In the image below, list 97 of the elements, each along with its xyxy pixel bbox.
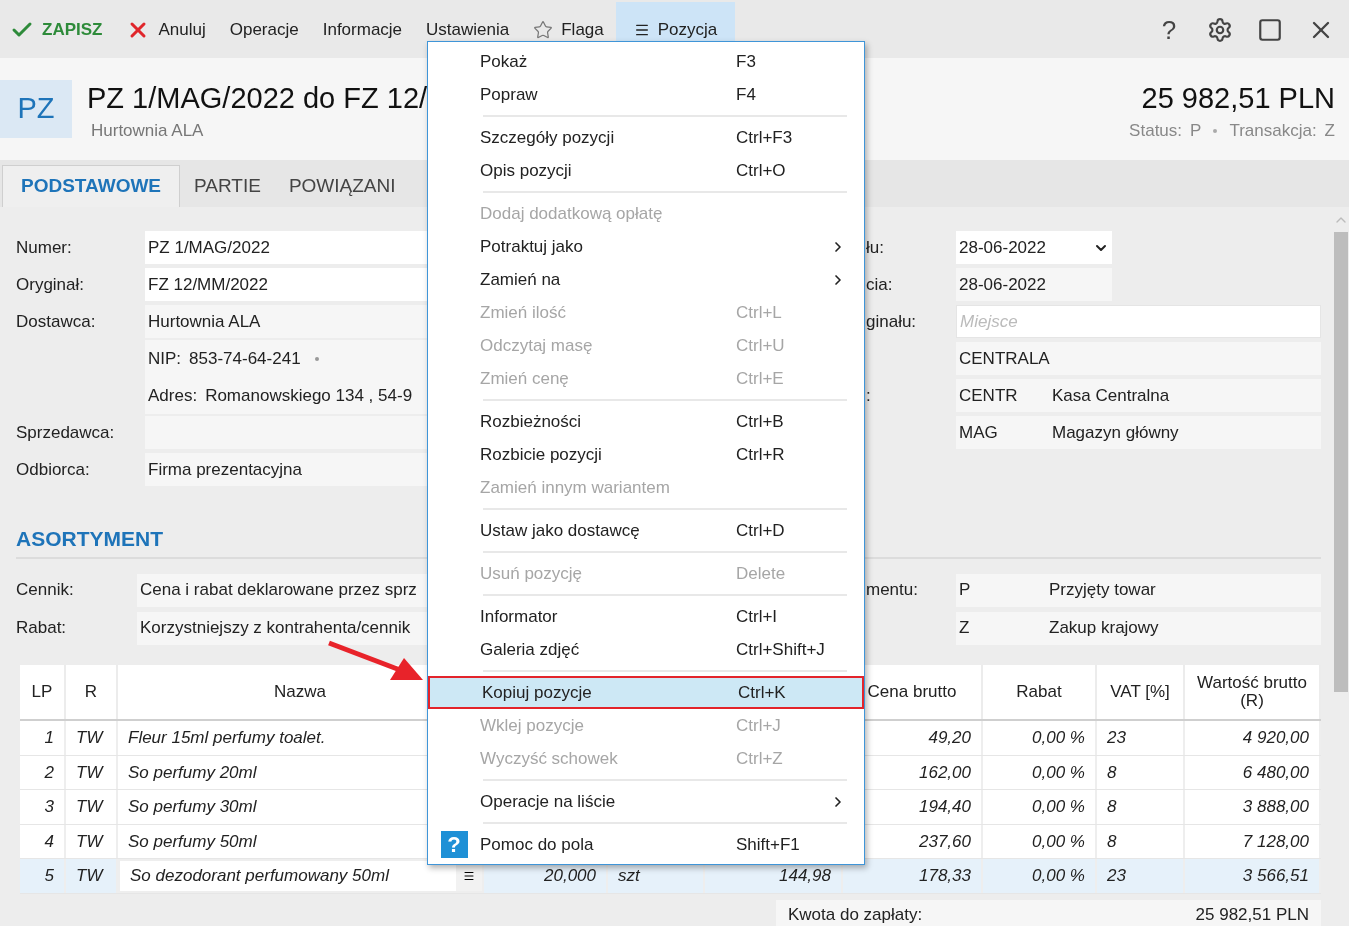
table-cell-text: 23 — [1106, 727, 1127, 749]
field-label: Cennik: — [16, 579, 75, 602]
table-cell-text: TW — [75, 830, 105, 853]
field-label: Oryginał: — [16, 273, 86, 296]
name-text: Zakup krajowy — [1049, 617, 1159, 640]
table-cell-text: 3 566,51 — [1241, 865, 1310, 887]
table-cell-text: 6 480,00 — [1241, 761, 1310, 784]
detail-label: Adres: — [148, 384, 198, 407]
total-label: Kwota do zapłaty: — [788, 903, 923, 926]
code-text: Z — [959, 617, 971, 640]
name-text: Kasa Centralna — [1052, 384, 1170, 407]
field-label: Numer: — [16, 236, 73, 259]
transaction-value: Z — [1324, 120, 1335, 142]
status-label: Status: — [1129, 120, 1183, 142]
shortcut-text: Ctrl+B — [736, 410, 785, 433]
shortcut-text: Ctrl+Z — [736, 747, 784, 770]
shortcut-text: Ctrl+F3 — [736, 126, 794, 149]
field-label: : — [866, 385, 871, 405]
table-cell-text: 2 — [43, 761, 55, 784]
readonly-field: CENTRALA — [956, 342, 1321, 375]
total-value: 25 982,51 PLN — [1195, 903, 1309, 926]
table-cell-text: Fleur 15ml perfumy toalet. — [127, 727, 327, 749]
section-title: ASORTYMENT — [16, 526, 163, 553]
table-cell-text: So perfumy 20ml — [127, 761, 258, 784]
code-text: P — [959, 579, 972, 602]
shortcut-text: Shift+F1 — [736, 833, 801, 856]
code-text: CENTR — [959, 384, 1019, 407]
table-cell-text: 0,00 % — [1031, 727, 1086, 749]
shortcut-text: Delete — [736, 562, 787, 585]
readonly-field: Cena i rabat deklarowane przez sprz — [137, 573, 427, 607]
table-cell-text: 194,40 — [918, 796, 972, 818]
table-cell-text: 237,60 — [918, 830, 972, 853]
table-cell-text: 3 — [43, 796, 55, 818]
field-label: Odbiorca: — [16, 458, 91, 481]
table-cell-text: So perfumy 50ml — [127, 830, 258, 853]
name-text: Przyjęty towar — [1049, 579, 1156, 602]
table-cell-text: 0,00 % — [1031, 796, 1086, 818]
table-cell-text: 20,000 — [543, 865, 597, 887]
table-cell-text: TW — [75, 865, 105, 887]
shortcut-text: F3 — [736, 50, 757, 73]
code-text: MAG — [959, 421, 999, 444]
table-cell-text: 0,00 % — [1031, 830, 1086, 853]
shortcut-text: Ctrl+K — [738, 681, 787, 704]
shortcut-text: Ctrl+I — [736, 605, 779, 628]
document-title: PZ 1/MAG/2022 do FZ 12/ — [87, 81, 428, 116]
table-cell-text: TW — [75, 727, 105, 749]
table-cell-text: 8 — [1106, 761, 1118, 784]
field-label: cia: — [866, 274, 893, 294]
table-cell-text: 8 — [1106, 796, 1118, 818]
readonly-field: Firma prezentacyjna — [145, 453, 427, 486]
help-icon: ? — [440, 831, 468, 858]
table-cell-text: 4 920,00 — [1241, 727, 1310, 749]
shortcut-text: Ctrl+L — [736, 301, 783, 324]
table-cell-text: 144,98 — [778, 865, 832, 887]
table-cell-text: TW — [75, 761, 105, 784]
document-total: 25 982,51 PLN — [1141, 81, 1335, 116]
table-cell-text: 0,00 % — [1031, 865, 1086, 887]
readonly-field: Hurtownia ALA — [145, 305, 427, 338]
table-cell-text: 1 — [43, 727, 55, 749]
table-cell-text: 4 — [43, 830, 55, 853]
field-label: Sprzedawca: — [16, 421, 116, 444]
document-type-badge: PZ — [0, 80, 72, 138]
status-value: P — [1190, 120, 1202, 142]
table-cell-text: 7 128,00 — [1241, 830, 1310, 853]
field-label: Dostawca: — [16, 310, 97, 333]
readonly-field: 28-06-2022 — [956, 268, 1112, 301]
shortcut-text: Ctrl+O — [736, 159, 787, 182]
shortcut-text: F4 — [736, 83, 757, 106]
table-cell-text: 178,33 — [918, 865, 972, 887]
shortcut-text: Ctrl+D — [736, 519, 786, 542]
table-cell-text: 3 888,00 — [1241, 796, 1310, 818]
detail-label: NIP: — [148, 347, 182, 370]
table-cell-text: 0,00 % — [1031, 761, 1086, 784]
shortcut-text: Ctrl+U — [736, 334, 786, 357]
table-cell-text: 5 — [43, 865, 55, 887]
table-cell-text: 23 — [1106, 865, 1127, 887]
table-cell-text: So perfumy 30ml — [127, 796, 258, 818]
name-text: Magazyn główny — [1052, 421, 1179, 444]
field-label: łu: — [866, 237, 884, 257]
table-cell-text: 8 — [1106, 830, 1118, 853]
table-cell-text: 49,20 — [927, 727, 972, 749]
detail-value: 853-74-64-241 — [189, 347, 301, 370]
readonly-field: Korzystniejszy z kontrahenta/cennik — [137, 611, 427, 645]
table-cell-text: So dezodorant perfumowany 50ml — [129, 865, 391, 887]
table-cell-text: szt — [617, 865, 642, 887]
detail-value: Romanowskiego 134 , 54-9 — [205, 384, 413, 407]
table-cell-text: TW — [75, 796, 105, 818]
shortcut-text: Ctrl+J — [736, 714, 782, 737]
field-label: ginału: — [866, 311, 917, 331]
shortcut-text: Ctrl+R — [736, 443, 786, 466]
table-cell-text: 162,00 — [918, 761, 972, 784]
supplier-subtitle: Hurtownia ALA — [91, 120, 205, 142]
transaction-label: Transakcja: — [1229, 120, 1317, 142]
shortcut-text: Ctrl+E — [736, 367, 785, 390]
shortcut-text: Ctrl+Shift+J — [736, 638, 826, 661]
field-label: Rabat: — [16, 617, 68, 640]
field-label: mentu: — [866, 580, 918, 600]
